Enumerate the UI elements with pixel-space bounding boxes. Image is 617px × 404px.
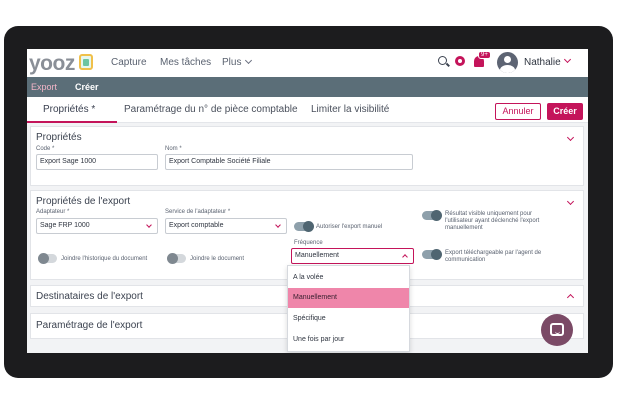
nav-my-tasks[interactable]: Mes tâches	[160, 57, 211, 68]
search-icon[interactable]	[438, 56, 447, 65]
frequency-select[interactable]: Manuellement	[291, 248, 414, 264]
expand-chevron-icon[interactable]	[566, 293, 575, 302]
manual-export-toggle[interactable]	[294, 221, 314, 232]
properties-panel: Propriétés Code * Export Sage 1000 Nom *…	[30, 126, 584, 186]
properties-title: Propriétés	[36, 132, 82, 143]
downloadable-toggle[interactable]	[422, 249, 442, 260]
gear-icon[interactable]	[455, 56, 465, 66]
adapter-value: Sage FRP 1000	[40, 222, 90, 229]
frequency-label: Fréquence	[294, 240, 323, 246]
downloadable-label: Export téléchargeable par l'agent de com…	[445, 250, 542, 263]
name-field[interactable]: Export Comptable Société Filiale	[165, 154, 413, 170]
toggle-knob	[303, 221, 314, 232]
notification-badge: 9+	[478, 51, 491, 59]
avatar[interactable]	[497, 52, 518, 73]
history-toggle[interactable]	[38, 253, 57, 264]
app-logo[interactable]: yooz	[29, 52, 75, 76]
chevron-down-icon	[245, 56, 253, 65]
adapter-select[interactable]: Sage FRP 1000	[36, 218, 158, 234]
service-value: Export comptable	[169, 222, 224, 229]
code-label: Code *	[36, 146, 55, 152]
tab-document-number-settings[interactable]: Paramétrage du n° de pièce comptable	[124, 104, 298, 115]
frequency-option[interactable]: Spécifique	[288, 309, 409, 329]
result-visible-toggle[interactable]	[422, 210, 442, 221]
frequency-dropdown: A la volée Manuellement Spécifique Une f…	[287, 265, 410, 352]
attach-document-label: Joindre le document	[190, 256, 245, 262]
frequency-option[interactable]: A la volée	[288, 268, 409, 288]
history-label: Joindre l'historique du document	[61, 256, 148, 262]
chevron-down-icon	[275, 222, 281, 228]
frequency-option-selected[interactable]: Manuellement	[288, 288, 409, 308]
adapter-label: Adaptateur *	[36, 209, 70, 215]
nav-more[interactable]: Plus	[222, 56, 253, 68]
breadcrumb-current: Créer	[75, 82, 99, 92]
breadcrumb-export[interactable]: Export	[31, 82, 57, 92]
export-settings-title: Paramétrage de l'export	[36, 320, 143, 331]
tab-properties[interactable]: Propriétés *	[43, 104, 95, 115]
collapse-chevron-icon[interactable]	[566, 133, 575, 142]
user-name[interactable]: Nathalie	[524, 57, 561, 68]
tab-limit-visibility[interactable]: Limiter la visibilité	[311, 104, 389, 115]
top-bar: yooz Capture Mes tâches Plus 9+ Nathalie	[27, 49, 588, 77]
service-label: Service de l'adaptateur *	[165, 209, 231, 215]
frequency-option[interactable]: Une fois par jour	[288, 330, 409, 350]
toggle-knob	[167, 253, 178, 264]
active-tab-indicator	[27, 121, 117, 123]
result-visible-label: Résultat visible uniquement pour l'utili…	[445, 211, 540, 231]
user-menu-chevron-icon[interactable]	[563, 55, 572, 64]
toggle-knob	[431, 249, 442, 260]
export-properties-title: Propriétés de l'export	[36, 196, 131, 207]
chat-button[interactable]	[541, 314, 573, 346]
logo-badge-icon	[79, 54, 93, 70]
chevron-up-icon	[402, 254, 408, 260]
collapse-chevron-icon[interactable]	[566, 197, 575, 206]
recipients-title: Destinataires de l'export	[36, 291, 143, 302]
manual-export-label: Autoriser l'export manuel	[316, 224, 383, 230]
chat-icon	[550, 323, 564, 336]
toggle-knob	[431, 210, 442, 221]
create-button[interactable]: Créer	[547, 103, 583, 120]
code-field[interactable]: Export Sage 1000	[36, 154, 158, 170]
frequency-value: Manuellement	[295, 252, 339, 259]
attach-document-toggle[interactable]	[167, 253, 186, 264]
chevron-down-icon	[146, 222, 152, 228]
name-label: Nom *	[165, 146, 182, 152]
app-screen: yooz Capture Mes tâches Plus 9+ Nathalie…	[27, 49, 588, 353]
service-select[interactable]: Export comptable	[165, 218, 287, 234]
cancel-button[interactable]: Annuler	[495, 103, 541, 120]
nav-capture[interactable]: Capture	[111, 57, 147, 68]
breadcrumb: Export Créer	[27, 77, 588, 97]
toggle-knob	[38, 253, 49, 264]
nav-more-label: Plus	[222, 57, 242, 68]
